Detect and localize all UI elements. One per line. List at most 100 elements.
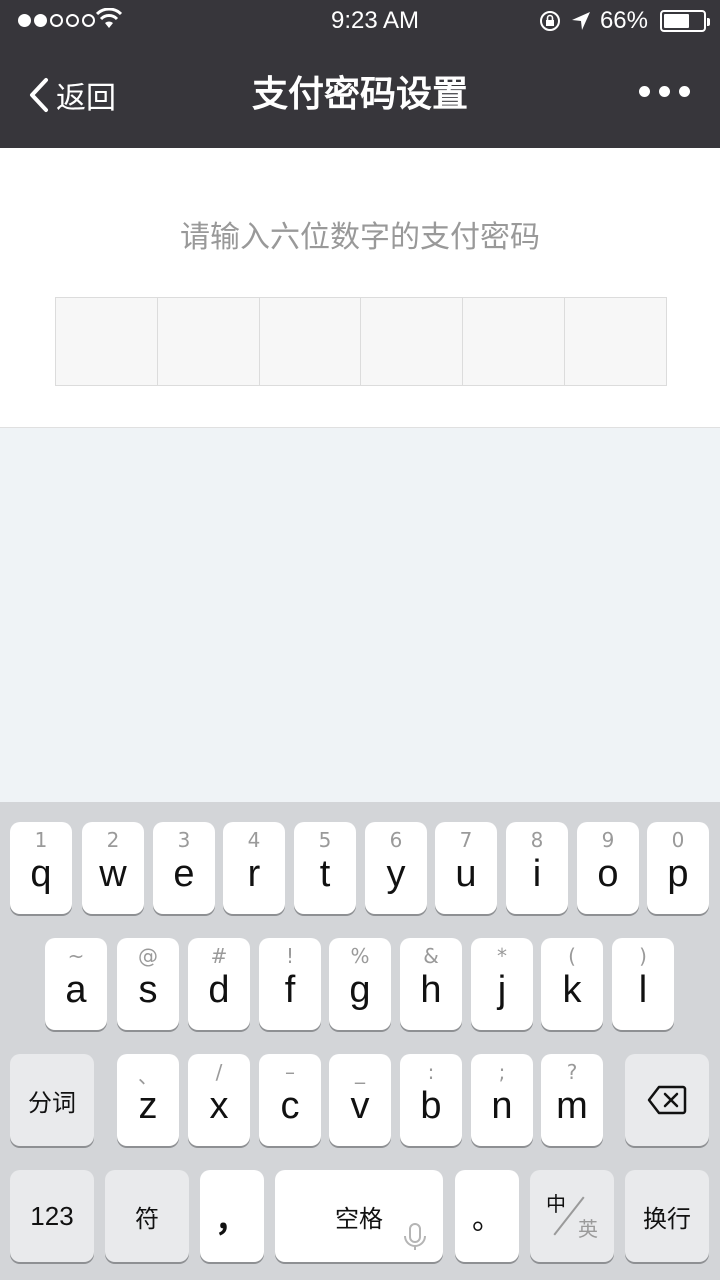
key-letter: q — [30, 852, 52, 895]
key-q[interactable]: 1q — [10, 822, 72, 914]
key-w[interactable]: 2w — [82, 822, 144, 914]
key-letter: s — [138, 968, 158, 1011]
key-letter: g — [349, 968, 371, 1011]
key-letter: a — [65, 968, 87, 1011]
key-n[interactable]: ; n — [471, 1054, 533, 1146]
top-bar: 9:23 AM 66% 返回 支付密码设置 — [0, 0, 720, 148]
key-x[interactable]: / x — [188, 1054, 250, 1146]
microphone-icon[interactable] — [401, 1222, 429, 1252]
key-letter: m — [556, 1084, 588, 1127]
key-o[interactable]: 9o — [577, 822, 639, 914]
key-k[interactable]: (k — [541, 938, 603, 1030]
pin-digit-4[interactable] — [361, 298, 464, 385]
key-a[interactable]: ~ a — [45, 938, 107, 1030]
comma-key[interactable]: ， — [200, 1170, 264, 1262]
key-v[interactable]: _ v — [329, 1054, 391, 1146]
password-prompt: 请输入六位数字的支付密码 — [180, 220, 540, 255]
key-letter: e — [173, 852, 195, 895]
key-hint: 3 — [177, 828, 191, 852]
key-letter: u — [455, 852, 477, 895]
key-y[interactable]: 6y — [365, 822, 427, 914]
key-hint: 0 — [671, 828, 685, 852]
key-hint: _ — [355, 1060, 365, 1084]
space-key[interactable]: 空格 — [275, 1170, 443, 1262]
orientation-lock-icon — [539, 11, 560, 31]
lang-zh-label: 中 — [546, 1192, 566, 1216]
key-g[interactable]: % g — [329, 938, 391, 1030]
pin-digit-6[interactable] — [565, 298, 666, 385]
key-hint: – — [285, 1060, 295, 1084]
key-letter: y — [386, 852, 406, 895]
key-i[interactable]: 8i — [506, 822, 568, 914]
key-hint: 7 — [459, 828, 473, 852]
numbers-key[interactable]: 123 — [10, 1170, 94, 1262]
key-hint: 6 — [389, 828, 403, 852]
key-hint: 5 — [318, 828, 332, 852]
key-hint: & — [423, 944, 439, 968]
delete-key[interactable] — [625, 1054, 709, 1146]
key-letter: d — [208, 968, 230, 1011]
segment-key[interactable]: 分词 — [10, 1054, 94, 1146]
location-arrow-icon — [571, 12, 590, 30]
keyboard: 1q 2w 3e 4r 5t 6y 7u 8i 9o 0p ~ a @ s # d !… — [0, 802, 720, 1280]
key-hint: 4 — [247, 828, 261, 852]
key-letter: t — [319, 852, 331, 895]
pin-digit-5[interactable] — [463, 298, 566, 385]
symbols-key-label: 符 — [135, 1204, 159, 1233]
numbers-key-label: 123 — [30, 1200, 74, 1231]
period-key-label: 。 — [472, 1202, 502, 1237]
key-f[interactable]: ! f — [259, 938, 321, 1030]
key-hint: 9 — [601, 828, 615, 852]
key-u[interactable]: 7u — [435, 822, 497, 914]
segment-key-label: 分词 — [28, 1088, 76, 1117]
language-switch-key[interactable]: 中 英 — [530, 1170, 614, 1262]
key-c[interactable]: – c — [259, 1054, 321, 1146]
symbols-key[interactable]: 符 — [105, 1170, 189, 1262]
key-h[interactable]: & h — [400, 938, 462, 1030]
key-e[interactable]: 3e — [153, 822, 215, 914]
key-l[interactable]: ) l — [612, 938, 674, 1030]
key-s[interactable]: @ s — [117, 938, 179, 1030]
key-letter: z — [138, 1084, 158, 1127]
pin-input[interactable] — [55, 297, 667, 386]
pin-digit-2[interactable] — [158, 298, 260, 385]
battery-percent: 66% — [599, 7, 648, 34]
key-hint: / — [215, 1060, 223, 1084]
key-d[interactable]: # d — [188, 938, 250, 1030]
key-letter: r — [247, 852, 261, 895]
key-hint: * — [497, 944, 507, 968]
battery-icon — [660, 10, 710, 32]
key-j[interactable]: * j — [471, 938, 533, 1030]
key-b[interactable]: :b — [400, 1054, 462, 1146]
key-hint: ? — [566, 1060, 578, 1084]
key-hint: 1 — [34, 828, 48, 852]
key-z[interactable]: 、 z — [117, 1054, 179, 1146]
key-r[interactable]: 4r — [223, 822, 285, 914]
status-bar: 9:23 AM 66% — [0, 0, 720, 42]
key-m[interactable]: ? m — [541, 1054, 603, 1146]
comma-key-label: ， — [215, 1199, 249, 1240]
key-p[interactable]: 0p — [647, 822, 709, 914]
return-key-label: 换行 — [643, 1204, 691, 1233]
key-hint: # — [210, 944, 228, 968]
more-options-button[interactable] — [639, 86, 690, 97]
key-hint: ~ — [67, 944, 85, 968]
key-letter: l — [638, 968, 648, 1011]
more-dot — [659, 86, 670, 97]
key-hint: 2 — [106, 828, 120, 852]
key-letter: b — [420, 1084, 442, 1127]
more-dot — [639, 86, 650, 97]
key-hint: 8 — [530, 828, 544, 852]
period-key[interactable]: 。 — [455, 1170, 519, 1262]
key-hint: ) — [639, 944, 647, 968]
key-t[interactable]: 5t — [294, 822, 356, 914]
key-hint: ! — [285, 944, 295, 968]
space-key-label: 空格 — [335, 1204, 383, 1233]
key-hint: 、 — [138, 1064, 158, 1088]
navigation-bar: 返回 支付密码设置 — [0, 42, 720, 148]
pin-digit-1[interactable] — [56, 298, 158, 385]
key-hint: @ — [138, 944, 158, 968]
key-letter: n — [491, 1084, 513, 1127]
return-key[interactable]: 换行 — [625, 1170, 709, 1262]
pin-digit-3[interactable] — [260, 298, 362, 385]
